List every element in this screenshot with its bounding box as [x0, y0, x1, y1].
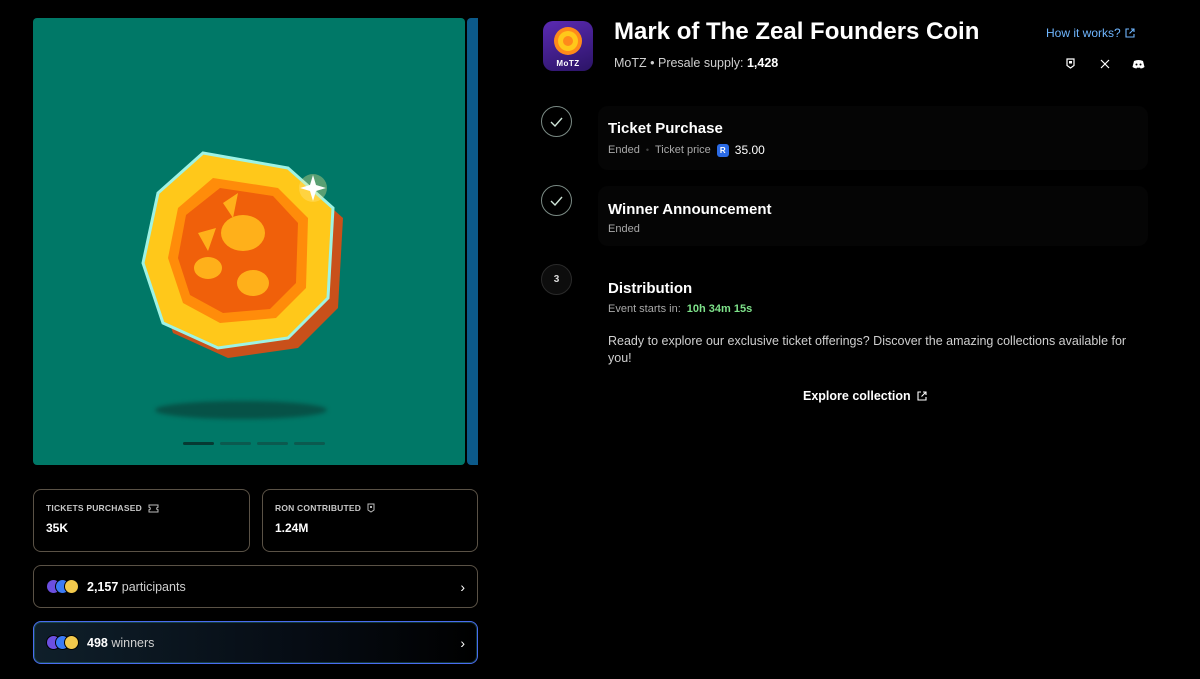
ron-contributed-card: RON CONTRIBUTED 1.24M	[262, 489, 478, 552]
external-link-icon	[1125, 28, 1135, 38]
carousel-dot[interactable]	[257, 442, 288, 445]
check-circle-icon	[541, 185, 572, 216]
project-logo: MoTZ	[543, 21, 593, 71]
carousel-dot[interactable]	[220, 442, 251, 445]
x-icon[interactable]	[1097, 56, 1112, 71]
countdown-timer: 10h 34m 15s	[686, 303, 753, 315]
winners-count: 498	[87, 635, 108, 650]
winners-label: winners	[111, 635, 155, 650]
step-card-ticket-purchase	[598, 106, 1148, 170]
ticket-icon	[148, 504, 159, 512]
step-countdown-distribution: Event starts in: 10h 34m 15s	[608, 303, 752, 315]
step-title-winner-announcement: Winner Announcement	[608, 201, 772, 218]
tickets-purchased-value: 35K	[46, 521, 69, 535]
chevron-right-icon: ›	[460, 578, 465, 595]
external-link-icon	[917, 391, 927, 401]
ticket-price-label: Ticket price	[654, 144, 711, 156]
ron-token-icon: R	[716, 143, 729, 157]
project-ticker: MoTZ	[614, 56, 647, 70]
ron-contributed-value: 1.24M	[275, 521, 309, 535]
ronin-icon[interactable]	[1063, 56, 1078, 71]
step-title-ticket-purchase: Ticket Purchase	[608, 120, 723, 137]
image-carousel[interactable]	[33, 18, 465, 465]
distribution-description: Ready to explore our exclusive ticket of…	[608, 334, 1127, 365]
winner-avatars	[46, 635, 79, 650]
winners-button[interactable]: 498 winners ›	[33, 621, 478, 664]
step-number-badge: 3	[541, 264, 572, 295]
discord-icon[interactable]	[1131, 56, 1146, 71]
carousel-dot[interactable]	[294, 442, 325, 445]
explore-collection-label: Explore collection	[803, 389, 911, 403]
supply-label: Presale supply:	[657, 56, 744, 70]
next-slide-peek[interactable]	[467, 18, 478, 465]
social-links	[1063, 56, 1146, 71]
ticket-price-value: 35.00	[734, 143, 765, 157]
step-status: Ended	[608, 144, 640, 156]
explore-collection-link[interactable]: Explore collection	[803, 389, 927, 403]
participants-label: participants	[121, 579, 186, 594]
check-circle-icon	[541, 106, 572, 137]
chevron-right-icon: ›	[460, 634, 465, 651]
how-it-works-label: How it works?	[1046, 26, 1121, 40]
event-starts-label: Event starts in:	[608, 303, 681, 315]
participants-count: 2,157	[87, 579, 119, 594]
avatar	[64, 635, 79, 650]
project-subtitle: MoTZ • Presale supply: 1,428	[614, 56, 779, 70]
step-status-winner-announcement: Ended	[608, 223, 640, 235]
participant-avatars	[46, 579, 79, 594]
coin-image	[128, 133, 358, 383]
participants-button[interactable]: 2,157 participants ›	[33, 565, 478, 608]
page-title: Mark of The Zeal Founders Coin	[614, 18, 980, 45]
tickets-purchased-label: TICKETS PURCHASED	[46, 503, 142, 513]
carousel-dot[interactable]	[183, 442, 214, 445]
tickets-purchased-card: TICKETS PURCHASED 35K	[33, 489, 250, 552]
logo-text: MoTZ	[556, 59, 580, 68]
ron-contributed-label: RON CONTRIBUTED	[275, 503, 362, 513]
step-status: Ended	[608, 223, 640, 235]
step-status-ticket-purchase: Ended • Ticket price R 35.00	[608, 143, 765, 157]
step-title-distribution: Distribution	[608, 280, 693, 297]
supply-value: 1,428	[746, 56, 779, 70]
how-it-works-link[interactable]: How it works?	[1046, 26, 1135, 40]
carousel-indicators	[183, 442, 325, 445]
coin-shadow	[155, 401, 327, 419]
avatar	[64, 579, 79, 594]
ron-icon	[367, 503, 375, 513]
